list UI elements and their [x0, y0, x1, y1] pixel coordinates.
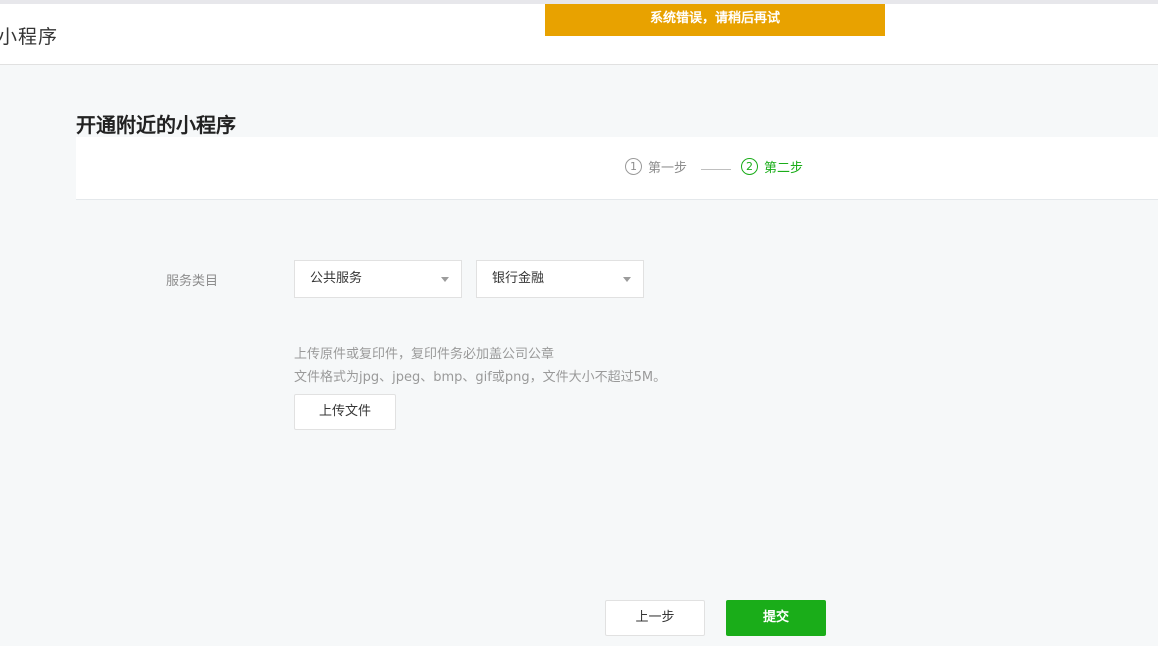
upload-file-button[interactable]: 上传文件 — [294, 394, 396, 430]
step-2-label: 第二步 — [764, 161, 804, 176]
category-primary-select[interactable]: 公共服务 — [294, 260, 462, 298]
step-1-number: 1 — [625, 158, 642, 175]
prev-step-button[interactable]: 上一步 — [605, 600, 705, 636]
step-connector — [701, 169, 731, 170]
submit-button[interactable]: 提交 — [726, 600, 826, 636]
error-toast: 系统错误，请稍后再试 — [545, 4, 885, 36]
chevron-down-icon — [441, 277, 449, 282]
step-1-label: 第一步 — [648, 161, 688, 176]
step-2-number: 2 — [741, 158, 758, 175]
category-secondary-value: 银行金融 — [492, 271, 545, 286]
upload-tip-line2: 文件格式为jpg、jpeg、bmp、gif或png，文件大小不超过5M。 — [294, 370, 667, 385]
service-category-label: 服务类目 — [166, 274, 219, 289]
step-indicator: 1 第一步 2 第二步 — [76, 137, 1158, 200]
app-title: 小程序 — [0, 26, 59, 48]
chevron-down-icon — [623, 277, 631, 282]
category-primary-value: 公共服务 — [310, 271, 363, 286]
page-title: 开通附近的小程序 — [76, 113, 236, 137]
upload-tip-line1: 上传原件或复印件，复印件务必加盖公司公章 — [294, 347, 555, 362]
step-1: 1 第一步 — [625, 157, 687, 176]
step-2: 2 第二步 — [741, 157, 803, 176]
category-secondary-select[interactable]: 银行金融 — [476, 260, 644, 298]
